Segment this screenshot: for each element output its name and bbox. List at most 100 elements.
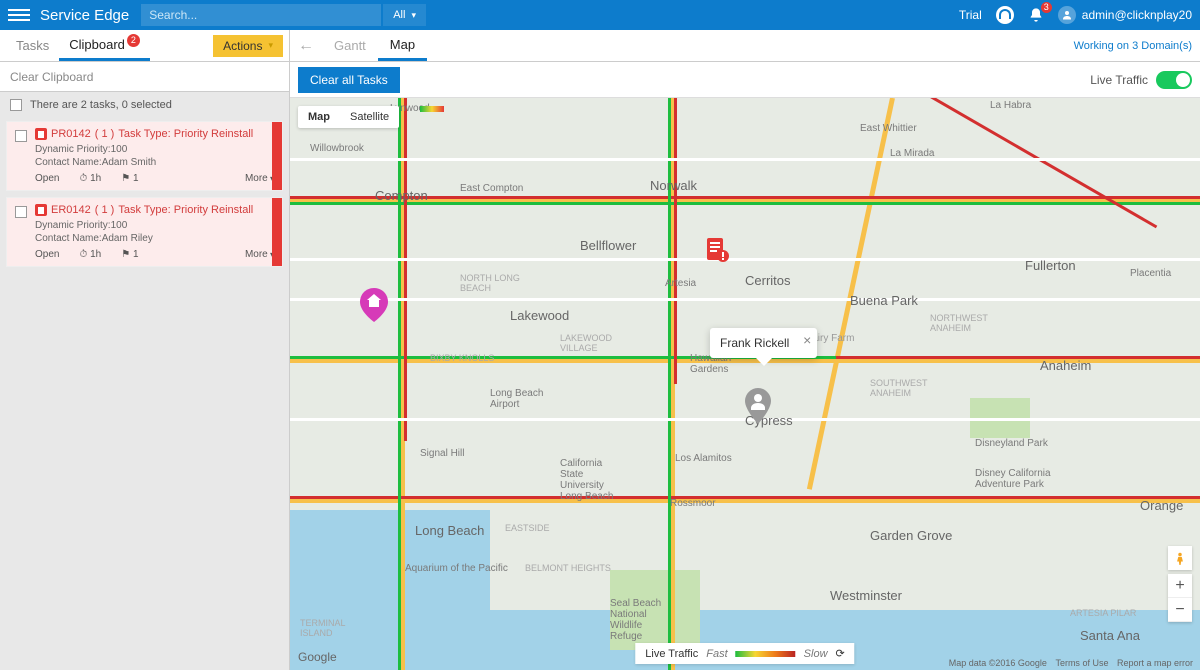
home-marker-icon[interactable] xyxy=(360,288,388,322)
map-type-map[interactable]: Map xyxy=(298,106,340,128)
city-label: Disney California Adventure Park xyxy=(975,468,1051,490)
legend-fast: Fast xyxy=(706,648,727,660)
map-type-satellite[interactable]: Satellite xyxy=(340,106,399,128)
tab-clipboard[interactable]: Clipboard 2 xyxy=(59,30,150,61)
city-label: Buena Park xyxy=(850,293,918,308)
city-label: La Mirada xyxy=(890,148,934,159)
city-label: Orange xyxy=(1140,498,1183,513)
close-icon[interactable]: × xyxy=(803,332,811,348)
city-label: SOUTHWEST ANAHEIM xyxy=(870,378,928,398)
google-logo: Google xyxy=(298,650,337,664)
zoom-in-button[interactable]: + xyxy=(1168,574,1192,598)
task-count-label: There are 2 tasks, 0 selected xyxy=(30,99,172,111)
city-label: Long Beach xyxy=(415,523,484,538)
report-error-link[interactable]: Report a map error xyxy=(1117,658,1193,668)
gauge-icon[interactable] xyxy=(996,6,1014,24)
city-label: BELMONT HEIGHTS xyxy=(525,563,611,573)
clear-all-tasks-button[interactable]: Clear all Tasks xyxy=(298,67,400,93)
user-menu[interactable]: admin@clicknplay20 xyxy=(1058,6,1192,24)
legend-slow: Slow xyxy=(804,648,828,660)
live-traffic-toggle[interactable] xyxy=(1156,71,1192,89)
menu-icon[interactable] xyxy=(8,4,30,26)
city-label: Aquarium of the Pacific xyxy=(405,563,508,574)
map-attribution: Map data ©2016 Google Terms of Use Repor… xyxy=(946,658,1196,668)
avatar-icon xyxy=(1058,6,1076,24)
task-contact: Contact Name:Adam Smith xyxy=(35,157,274,168)
city-label: Bellflower xyxy=(580,238,636,253)
city-label: Placentia xyxy=(1130,268,1171,279)
task-more-link[interactable]: More xyxy=(245,249,274,260)
task-card[interactable]: PR0142 ( 1 ) Task Type: Priority Reinsta… xyxy=(6,121,283,191)
search-input[interactable] xyxy=(141,4,381,26)
priority-bar xyxy=(272,198,282,266)
left-pane: Tasks Clipboard 2 Actions Clear Clipboar… xyxy=(0,30,290,670)
map-background xyxy=(290,98,1200,670)
city-label: Cerritos xyxy=(745,273,791,288)
city-label: EASTSIDE xyxy=(505,523,550,533)
traffic-legend: Live Traffic Fast Slow ⟳ xyxy=(635,643,854,664)
city-label: Disneyland Park xyxy=(975,438,1048,449)
tab-map[interactable]: Map xyxy=(378,30,427,61)
legend-gradient xyxy=(736,651,796,657)
person-marker-icon[interactable] xyxy=(745,388,771,424)
city-label: Santa Ana xyxy=(1080,628,1140,643)
trial-label: Trial xyxy=(959,8,982,22)
task-flag: ⚑ 1 xyxy=(121,249,138,260)
map-info-window: × Frank Rickell xyxy=(710,328,817,358)
streetview-icon[interactable] xyxy=(1168,546,1192,570)
clipboard-badge: 2 xyxy=(127,34,140,47)
select-all-checkbox[interactable] xyxy=(10,99,22,111)
app-title: Service Edge xyxy=(40,7,129,24)
city-label: Garden Grove xyxy=(870,528,952,543)
city-label: Norwalk xyxy=(650,178,697,193)
task-priority: Dynamic Priority:100 xyxy=(35,220,274,231)
city-label: Long Beach Airport xyxy=(490,388,543,410)
city-label: Fullerton xyxy=(1025,258,1076,273)
task-status: Open xyxy=(35,249,59,260)
traffic-legend-mini xyxy=(420,106,444,112)
city-label: Rossmoor xyxy=(670,498,716,509)
actions-button[interactable]: Actions xyxy=(213,35,283,57)
refresh-icon[interactable]: ⟳ xyxy=(836,647,845,660)
task-checkbox[interactable] xyxy=(15,206,27,218)
task-priority: Dynamic Priority:100 xyxy=(35,144,274,155)
city-label: California State University Long Beach xyxy=(560,458,613,502)
task-marker-icon[interactable] xyxy=(705,238,729,266)
city-label: East Whittier xyxy=(860,123,917,134)
task-title: ER0142 ( 1 ) Task Type: Priority Reinsta… xyxy=(35,204,274,216)
map-canvas[interactable]: Lynwood Willowbrook Compton East Compton… xyxy=(290,98,1200,670)
task-more-link[interactable]: More xyxy=(245,173,274,184)
domain-link[interactable]: Working on 3 Domain(s) xyxy=(1074,40,1192,52)
terms-link[interactable]: Terms of Use xyxy=(1055,658,1108,668)
tab-tasks[interactable]: Tasks xyxy=(6,30,59,61)
user-label: admin@clicknplay20 xyxy=(1082,8,1192,22)
city-label: Lakewood xyxy=(510,308,569,323)
task-checkbox[interactable] xyxy=(15,130,27,142)
task-duration: ⏱ 1h xyxy=(79,249,101,260)
clear-clipboard-link[interactable]: Clear Clipboard xyxy=(0,62,289,92)
task-type-icon xyxy=(35,128,47,140)
notifications-icon[interactable]: 3 xyxy=(1028,7,1044,23)
legend-title: Live Traffic xyxy=(645,648,698,660)
task-card[interactable]: ER0142 ( 1 ) Task Type: Priority Reinsta… xyxy=(6,197,283,267)
city-label: TERMINAL ISLAND xyxy=(300,618,346,638)
priority-bar xyxy=(272,122,282,190)
city-label: Seal Beach National Wildlife Refuge xyxy=(610,598,661,642)
city-label: LAKEWOOD VILLAGE xyxy=(560,333,612,353)
city-label: Artesia xyxy=(665,278,696,289)
city-label: Westminster xyxy=(830,588,902,603)
zoom-out-button[interactable]: − xyxy=(1168,598,1192,622)
back-arrow-icon[interactable]: ← xyxy=(298,37,314,55)
notif-badge: 3 xyxy=(1041,2,1052,13)
task-flag: ⚑ 1 xyxy=(121,173,138,184)
city-label: Willowbrook xyxy=(310,143,364,154)
map-type-control: Map Satellite xyxy=(298,106,399,128)
city-label: Los Alamitos xyxy=(675,453,732,464)
task-type-icon xyxy=(35,204,47,216)
search-filter-dropdown[interactable]: All xyxy=(383,4,426,26)
city-label: Anaheim xyxy=(1040,358,1091,373)
tab-gantt[interactable]: Gantt xyxy=(322,30,378,61)
city-label: Signal Hill xyxy=(420,448,464,459)
city-label: BIXBY KNOLLS xyxy=(430,353,494,363)
tab-clipboard-label: Clipboard xyxy=(69,37,125,52)
